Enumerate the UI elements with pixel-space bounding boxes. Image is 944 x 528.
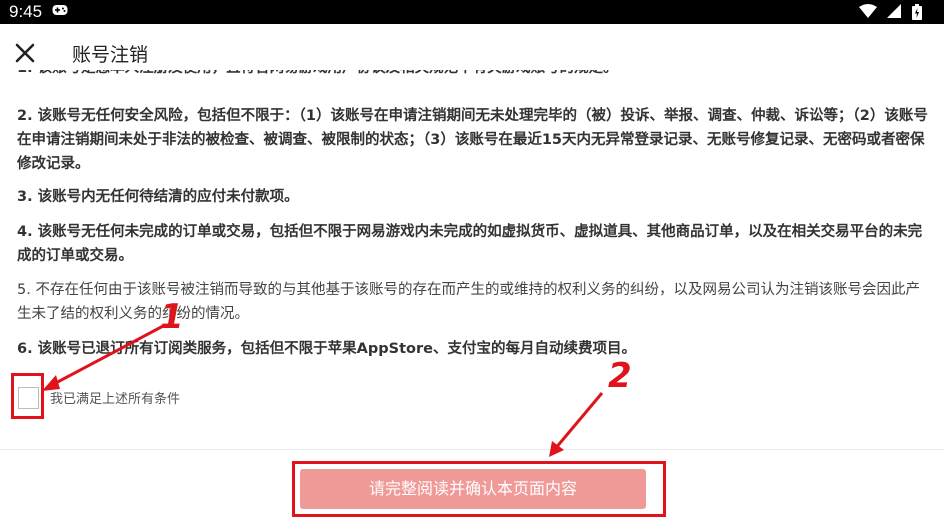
annotation-step-2: 2	[608, 356, 632, 396]
arrow-2	[549, 392, 604, 457]
annotation-step-1: 1	[160, 297, 184, 337]
annotation-arrows	[42, 323, 604, 457]
arrow-1	[42, 323, 166, 391]
